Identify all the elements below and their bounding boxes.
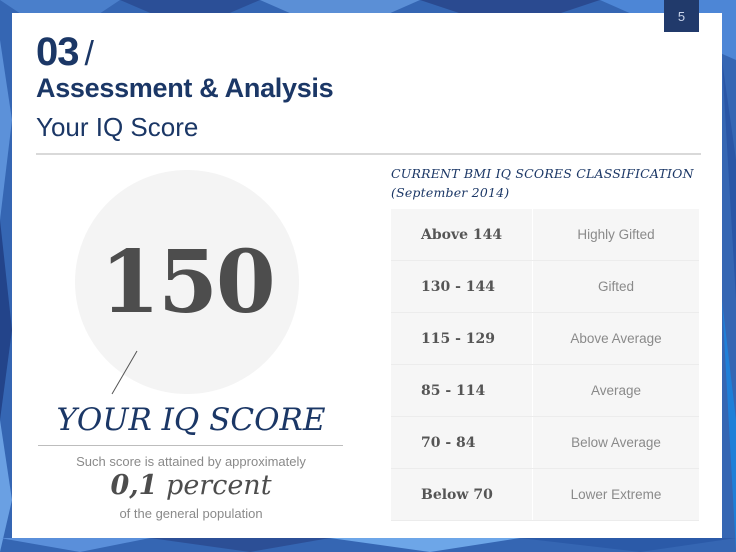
class-cell: Above Average	[570, 331, 662, 346]
score-description-post: of the general population	[119, 506, 263, 521]
iq-score-label: YOUR IQ SCORE	[56, 402, 326, 438]
percent-value: 0,1	[110, 470, 158, 501]
range-cell: Below 70	[391, 469, 533, 520]
table-row: 70 - 84 Below Average	[391, 417, 699, 469]
section-slash: /	[84, 35, 95, 73]
range-cell: Above 144	[391, 209, 533, 260]
classification-table: Above 144 Highly Gifted 130 - 144 Gifted…	[391, 209, 699, 521]
percent-word: percent	[166, 470, 272, 501]
table-row: 85 - 114 Average	[391, 365, 699, 417]
classification-title: CURRENT BMI IQ SCORES CLASSIFICATION (Se…	[391, 164, 694, 202]
page-number-badge: 5	[664, 0, 699, 32]
range-cell: 130 - 144	[391, 261, 533, 312]
class-cell: Lower Extreme	[570, 487, 662, 502]
table-row: Below 70 Lower Extreme	[391, 469, 699, 521]
table-row: 130 - 144 Gifted	[391, 261, 699, 313]
range-cell: 70 - 84	[391, 417, 533, 468]
class-cell: Below Average	[571, 435, 661, 450]
range-cell: 85 - 114	[391, 365, 533, 416]
class-cell: Highly Gifted	[577, 227, 655, 242]
diagonal-slash-decoration	[111, 350, 138, 395]
score-divider	[38, 445, 343, 446]
score-description-pre: Such score is attained by approximately	[76, 454, 306, 469]
table-row: Above 144 Highly Gifted	[391, 209, 699, 261]
section-number: 03/	[36, 30, 95, 75]
range-cell: 115 - 129	[391, 313, 533, 364]
percent-text: 0,1 percent	[36, 470, 346, 501]
section-subtitle: Your IQ Score	[36, 112, 199, 142]
classification-title-line1: CURRENT BMI IQ SCORES CLASSIFICATION	[391, 166, 694, 181]
class-cell: Gifted	[597, 279, 635, 294]
classification-title-line2: (September 2014)	[391, 185, 510, 200]
iq-score-value: 150	[100, 232, 276, 333]
section-number-value: 03	[36, 30, 79, 74]
header-divider	[36, 153, 701, 155]
section-title: Assessment & Analysis	[36, 73, 334, 103]
class-cell: Average	[590, 383, 642, 398]
table-row: 115 - 129 Above Average	[391, 313, 699, 365]
